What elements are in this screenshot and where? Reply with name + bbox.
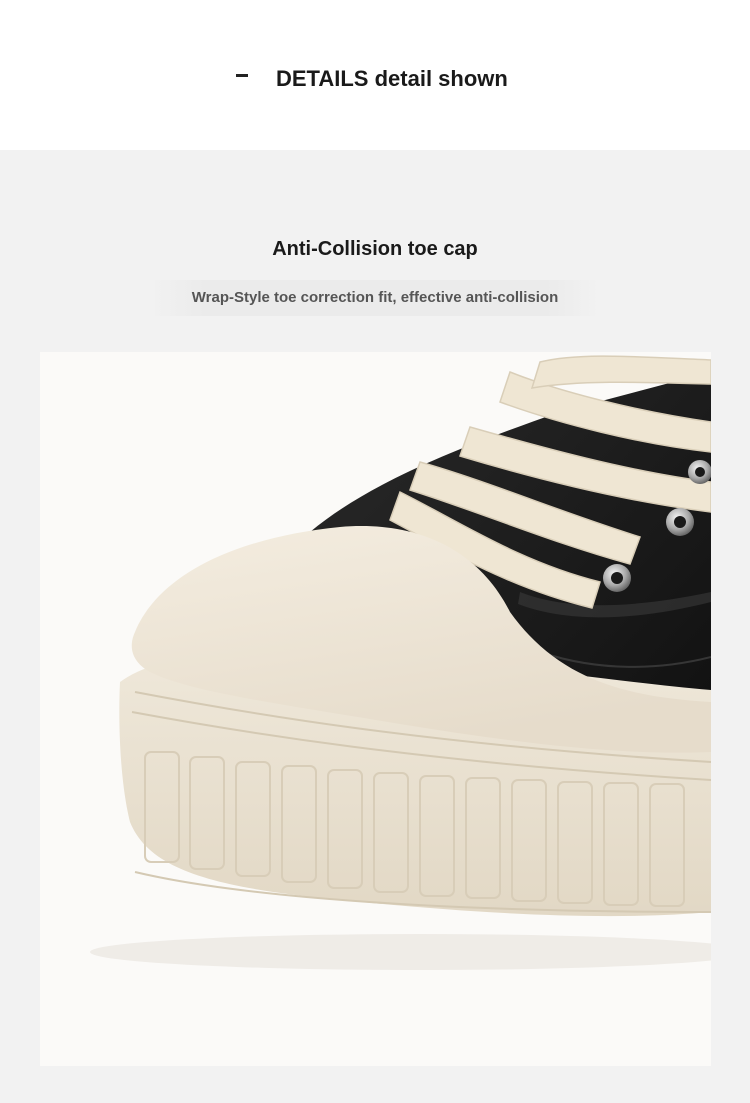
details-header: DETAILS detail shown	[0, 0, 750, 150]
header-title: DETAILS detail shown	[276, 66, 508, 91]
feature-subtitle: Wrap-Style toe correction fit, effective…	[191, 289, 559, 306]
shoe-illustration	[90, 355, 711, 970]
shoe-toe-cap-photo	[40, 352, 711, 1066]
feature-title: Anti-Collision toe cap	[272, 238, 478, 260]
dash-marker	[236, 74, 248, 77]
feature-section: Anti-Collision toe cap Wrap-Style toe co…	[0, 150, 750, 1103]
